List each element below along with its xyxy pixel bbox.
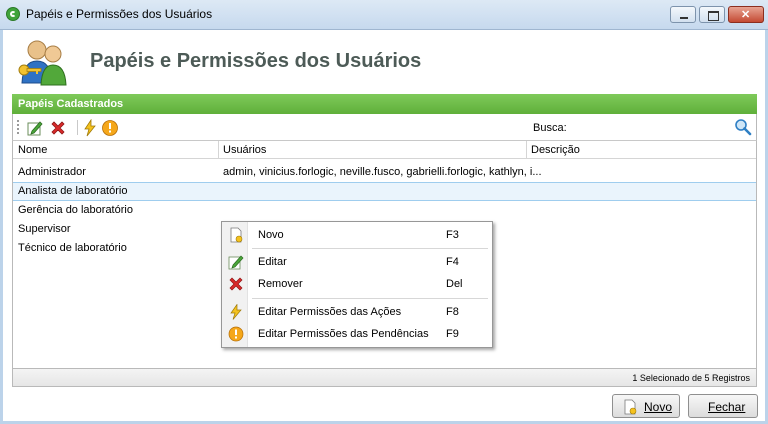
menu-item-shortcut: F3 [446,229,459,241]
lightning-icon [230,304,242,320]
maximize-button[interactable] [699,6,725,23]
column-header-name[interactable]: Nome [18,144,47,156]
grid-header: Nome Usuários Descrição [13,141,756,159]
menu-item-label: Editar Permissões das Ações [258,306,402,318]
menu-item-shortcut: F8 [446,306,459,318]
new-icon [230,227,243,243]
search-label: Busca: [533,122,567,134]
new-button-label: Novo [644,400,673,414]
app-icon [6,7,20,21]
row-name: Administrador [18,166,86,178]
permissions-actions-icon[interactable] [81,119,99,137]
toolbar-separator [77,120,78,135]
menu-item-shortcut: Del [446,278,463,290]
menu-item-edit-action-permissions[interactable]: Editar Permissões das Ações F8 [224,301,490,323]
row-name: Gerência do laboratório [18,204,133,216]
column-divider[interactable] [218,141,219,159]
warning-icon [228,326,244,342]
column-divider[interactable] [526,141,527,159]
window-title: Papéis e Permissões dos Usuários [26,7,213,21]
window-client-area: Papéis e Permissões dos Usuários Papéis … [3,30,765,421]
remove-icon [229,277,243,291]
column-header-description[interactable]: Descrição [531,144,580,156]
search-icon[interactable] [734,118,752,136]
record-count: 1 Selecionado de 5 Registros [632,373,750,383]
row-name: Técnico de laboratório [18,242,127,254]
table-row[interactable]: Gerência do laboratório [13,201,756,220]
menu-item-shortcut: F4 [446,256,459,268]
menu-item-edit-pending-permissions[interactable]: Editar Permissões das Pendências F9 [224,323,490,345]
close-button-label: Fechar [708,400,746,414]
menu-item-label: Editar Permissões das Pendências [258,328,429,340]
menu-separator [252,298,488,299]
remove-icon[interactable] [49,119,67,137]
close-button[interactable]: Fechar [688,394,758,418]
close-window-button[interactable] [728,6,764,23]
grid-status-bar: 1 Selecionado de 5 Registros [12,368,757,387]
table-row-selected[interactable]: Analista de laboratório [13,182,756,201]
minimize-button[interactable] [670,6,696,23]
menu-separator [252,248,488,249]
search-input[interactable] [581,118,729,136]
column-header-users[interactable]: Usuários [223,144,266,156]
menu-item-new[interactable]: Novo F3 [224,224,490,246]
menu-item-shortcut: F9 [446,328,459,340]
window-titlebar: Papéis e Permissões dos Usuários [0,0,768,30]
permissions-pending-icon[interactable] [101,119,119,137]
page-title: Papéis e Permissões dos Usuários [90,50,422,72]
menu-item-label: Remover [258,278,303,290]
new-icon [624,399,637,415]
new-button[interactable]: Novo [612,394,680,418]
users-key-icon [18,40,67,86]
context-menu: Novo F3 Editar F4 Remover Del Editar Per… [221,221,493,348]
row-name: Supervisor [18,223,71,235]
row-users: admin, vinicius.forlogic, neville.fusco,… [223,166,542,178]
page-header: Papéis e Permissões dos Usuários [3,30,765,93]
menu-item-remove[interactable]: Remover Del [224,273,490,295]
roles-toolbar: Busca: [12,114,757,141]
menu-item-edit[interactable]: Editar F4 [224,251,490,273]
edit-icon [228,255,244,270]
table-row[interactable]: Administrador admin, vinicius.forlogic, … [13,163,756,182]
row-name: Analista de laboratório [18,185,128,197]
toolbar-grip[interactable] [17,120,19,135]
menu-item-label: Novo [258,229,284,241]
edit-icon[interactable] [26,119,44,137]
menu-item-label: Editar [258,256,287,268]
roles-panel-header: Papéis Cadastrados [12,94,757,114]
